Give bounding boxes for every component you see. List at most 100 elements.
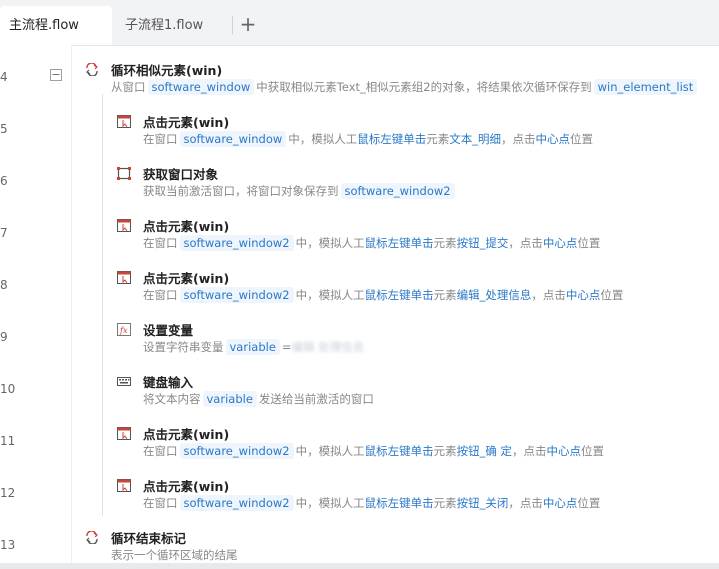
line-number: 13 [0,538,16,552]
step-click-element[interactable]: 点击元素(win) 在窗口 software_window 中，模拟人工鼠标左键单击… [117,112,717,152]
step-description: 获取当前激活窗口，将窗口对象保存到 software_window2 [143,183,457,199]
redacted-value: 编辑 处理信息 [291,340,365,354]
step-title: 键盘输入 [143,375,194,390]
loop-icon [85,61,99,77]
line-number: 8 [0,278,8,292]
description-text: 设置字符串变量 [143,340,224,354]
description-text: 从窗口 [111,80,146,94]
description-text: 中心点 [546,444,582,458]
variable-chip: software_window2 [179,495,294,511]
step-keyboard-input[interactable]: 键盘输入 将文本内容 variable 发送给当前激活的窗口 [117,372,717,412]
description-text: ，点击 [501,132,536,146]
description-text: 中，模拟人工 [295,236,365,250]
description-text: 在窗口 [143,444,178,458]
collapse-loop-toggle[interactable]: − [50,69,62,81]
add-tab-button[interactable]: + [238,13,258,35]
step-description: 在窗口 software_window2 中，模拟人工鼠标左键单击元素按钮_确 定，… [143,443,604,459]
description-text: ，点击 [508,236,543,250]
line-number: 4 [0,70,8,84]
variable-chip: software_window2 [179,287,294,303]
description-text: ，点击 [508,496,543,510]
line-number: 12 [0,486,16,500]
loop-guide-line [102,94,103,516]
step-get-window-object[interactable]: 获取窗口对象 获取当前激活窗口，将窗口对象保存到 software_window2 [117,164,717,204]
line-number: 11 [0,434,16,448]
click-element-icon [117,269,131,284]
description-text: ，点击 [531,288,566,302]
step-click-element[interactable]: 点击元素(win) 在窗口 software_window2 中，模拟人工鼠标左键单… [117,476,717,516]
tab-main-flow[interactable]: 主流程.flow [0,6,112,45]
description-text: 位置 [577,496,601,510]
description-text: 中，模拟人工 [288,132,358,146]
step-click-element[interactable]: 点击元素(win) 在窗口 software_window2 中，模拟人工鼠标左键单… [117,268,717,308]
description-text: 发送给当前激活的窗口 [258,392,374,406]
window-capture-icon [117,165,131,180]
step-title: 设置变量 [143,323,194,338]
description-text: 在窗口 [143,132,178,146]
step-description: 在窗口 software_window2 中，模拟人工鼠标左键单击元素按钮_提交，点… [143,235,600,251]
description-text: 鼠标左键单击 [364,496,434,510]
description-text: 编辑_处理信息 [456,288,532,302]
description-text: 鼠标左键单击 [364,288,434,302]
description-text: 中心点 [542,496,578,510]
step-description: 从窗口 software_window 中获取相似元素Text_相似元素组2的对象，… [111,79,699,95]
description-text: ，点击 [512,444,547,458]
description-text: 将文本内容 [143,392,201,406]
description-text: 中，模拟人工 [295,496,365,510]
tab-divider [232,16,233,34]
description-text: 表示一个循环区域的结尾 [111,548,238,562]
variable-chip: software_window [179,131,287,147]
step-title: 获取窗口对象 [143,167,219,182]
variable-chip: software_window2 [340,183,455,199]
step-loop-similar-elements[interactable]: 循环相似元素(win) 从窗口 software_window 中获取相似元素Tex… [85,60,715,100]
gutter-divider [71,45,72,569]
tab-subflow-1[interactable]: 子流程1.flow [116,6,232,45]
description-text: 鼠标左键单击 [364,444,434,458]
step-click-element[interactable]: 点击元素(win) 在窗口 software_window2 中，模拟人工鼠标左键单… [117,424,717,464]
description-text: 元素 [433,236,457,250]
description-text: 中获取相似元素Text_相似元素组2的对象，将结果依次循环保存到 [256,80,592,94]
step-description: 设置字符串变量 variable =编辑 处理信息 [143,339,364,355]
step-description: 在窗口 software_window2 中，模拟人工鼠标左键单击元素编辑_处理信息… [143,287,623,303]
variable-chip: software_window2 [179,235,294,251]
description-text: 文本_明细 [449,132,502,146]
description-text: 鼠标左键单击 [357,132,427,146]
click-element-icon [117,113,131,128]
variable-chip: software_window2 [179,443,294,459]
description-text: 中，模拟人工 [295,288,365,302]
step-title: 循环相似元素(win) [111,63,223,78]
step-title: 点击元素(win) [143,271,230,286]
description-text: 按钮_确 定 [456,444,512,458]
step-title: 点击元素(win) [143,427,230,442]
variable-chip: software_window [147,79,255,95]
description-text: 中心点 [542,236,578,250]
line-number: 10 [0,382,16,396]
click-element-icon [117,217,131,232]
description-text: 鼠标左键单击 [364,236,434,250]
step-description: 表示一个循环区域的结尾 [111,547,238,563]
variable-chip: variable [225,339,280,355]
description-text: 位置 [600,288,624,302]
tab-bar: 主流程.flow 子流程1.flow + [0,0,719,46]
line-number: 9 [0,330,8,344]
step-description: 在窗口 software_window2 中，模拟人工鼠标左键单击元素按钮_关闭，点… [143,495,600,511]
horizontal-scrollbar[interactable] [0,563,719,569]
step-description: 在窗口 software_window 中，模拟人工鼠标左键单击元素文本_明细，点击… [143,131,593,147]
description-text: 在窗口 [143,236,178,250]
step-set-variable[interactable]: fx 设置变量 设置字符串变量 variable =编辑 处理信息 [117,320,717,360]
click-element-icon [117,425,131,440]
description-text: 中心点 [565,288,601,302]
description-text: 按钮_关闭 [456,496,509,510]
variable-chip: win_element_list [593,79,698,95]
description-text: 位置 [570,132,594,146]
description-text: 元素 [426,132,450,146]
svg-text:fx: fx [119,326,128,335]
description-text: 元素 [433,444,457,458]
description-text: 获取当前激活窗口，将窗口对象保存到 [143,184,339,198]
variable-fx-icon: fx [117,321,131,336]
description-text: 按钮_提交 [456,236,509,250]
line-number: 7 [0,226,8,240]
step-loop-end[interactable]: 循环结束标记 表示一个循环区域的结尾 [85,528,715,564]
step-click-element[interactable]: 点击元素(win) 在窗口 software_window2 中，模拟人工鼠标左键单… [117,216,717,256]
description-text: 在窗口 [143,288,178,302]
